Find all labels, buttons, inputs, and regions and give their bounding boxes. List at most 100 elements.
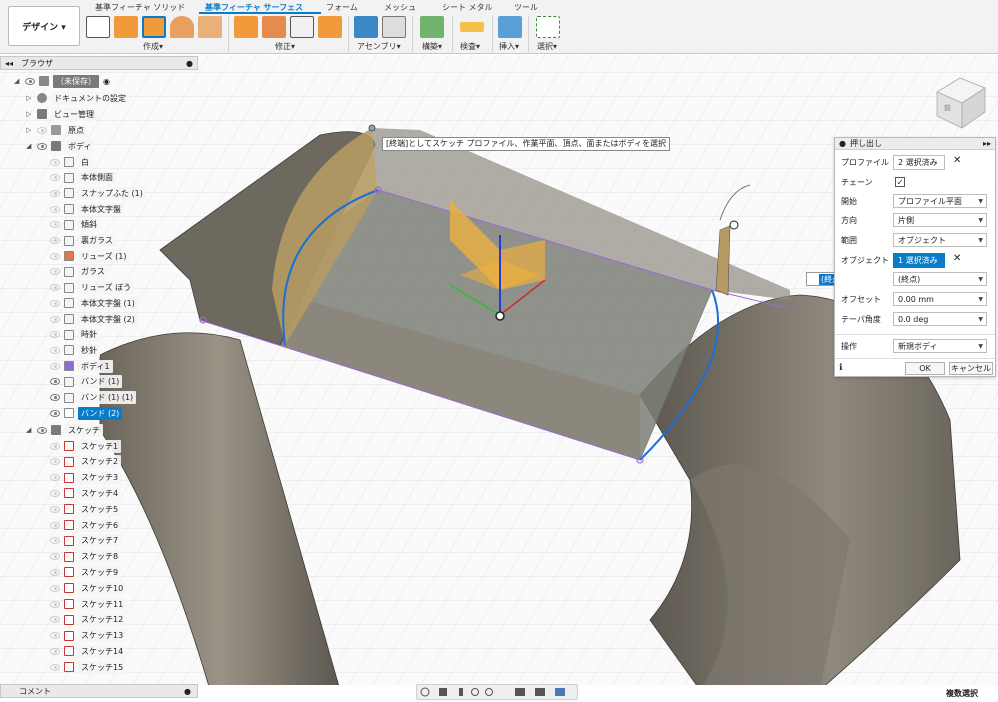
tree-sketch-item[interactable]: スケッチ13 <box>50 629 127 643</box>
ok-button[interactable]: OK <box>905 362 945 375</box>
endpoint-dropdown[interactable]: (終点) ▼ <box>893 272 987 286</box>
tree-body-item[interactable]: ガラス <box>50 265 108 279</box>
profile-select[interactable]: 2 選択済み <box>893 155 945 170</box>
construct-plane-icon[interactable] <box>420 16 444 38</box>
visibility-eye-icon[interactable] <box>50 158 60 166</box>
visibility-eye-icon[interactable] <box>50 205 60 213</box>
tree-sketch-item[interactable]: スケッチ15 <box>50 660 127 674</box>
comments-panel[interactable]: コメント ● <box>0 684 198 698</box>
insert-image-icon[interactable] <box>498 16 522 38</box>
tree-origin[interactable]: ▷ 原点 <box>26 123 87 137</box>
navigation-bar[interactable] <box>416 684 578 700</box>
visibility-eye-icon[interactable] <box>50 647 60 655</box>
revolve-icon[interactable] <box>170 16 194 38</box>
visibility-eye-icon[interactable] <box>50 568 60 576</box>
joint-icon[interactable] <box>382 16 406 38</box>
group-create[interactable]: 作成▾ <box>143 41 163 52</box>
trim-icon[interactable] <box>318 16 342 38</box>
visibility-eye-icon[interactable] <box>50 315 60 323</box>
visibility-eye-icon[interactable] <box>50 268 60 276</box>
tree-sketch-item[interactable]: スケッチ10 <box>50 581 127 595</box>
workspace-switcher[interactable]: デザイン ▾ <box>8 6 80 46</box>
tab-sheet-metal[interactable]: シート メタル <box>442 2 493 13</box>
tree-sketch-item[interactable]: スケッチ7 <box>50 534 122 548</box>
tree-sketch-item[interactable]: スケッチ1 <box>50 439 122 453</box>
cancel-button[interactable]: キャンセル <box>949 362 993 375</box>
tree-sketch-item[interactable]: スケッチ3 <box>50 471 122 485</box>
extent-dropdown[interactable]: オブジェクト ▼ <box>893 233 987 247</box>
group-inspect[interactable]: 検査▾ <box>460 41 480 52</box>
tree-bodies-folder[interactable]: ◢ ボディ <box>26 139 95 153</box>
start-dropdown[interactable]: プロファイル平面 ▼ <box>893 194 987 208</box>
tree-body-item[interactable]: 裏ガラス <box>50 234 116 248</box>
group-modify[interactable]: 修正▾ <box>275 41 295 52</box>
visibility-eye-icon[interactable] <box>50 489 60 497</box>
split-icon[interactable] <box>290 16 314 38</box>
group-insert[interactable]: 挿入▾ <box>499 41 519 52</box>
visibility-eye-icon[interactable] <box>50 331 60 339</box>
visibility-eye-icon[interactable] <box>50 284 60 292</box>
info-icon[interactable]: ℹ <box>839 363 842 373</box>
visibility-eye-icon[interactable] <box>50 458 60 466</box>
tree-sketch-item[interactable]: スケッチ14 <box>50 644 127 658</box>
visibility-eye-icon[interactable] <box>50 299 60 307</box>
offset-input[interactable]: 0.00 mm ▼ <box>893 292 987 306</box>
visibility-eye-icon[interactable] <box>50 521 60 529</box>
tree-body-item[interactable]: バンド (2) <box>50 406 123 420</box>
tree-body-item[interactable]: 本体側面 <box>50 171 116 185</box>
tree-body-item[interactable]: リューズ ぼう <box>50 281 135 295</box>
tree-body-item[interactable]: スナップふた (1) <box>50 186 146 200</box>
visibility-eye-icon[interactable] <box>50 616 60 624</box>
group-select[interactable]: 選択▾ <box>537 41 557 52</box>
browser-pin-icon[interactable]: ● <box>186 59 193 68</box>
visibility-eye-icon[interactable] <box>50 237 60 244</box>
visibility-eye-icon[interactable] <box>50 221 60 229</box>
visibility-eye-icon[interactable] <box>50 600 60 608</box>
visibility-eye-icon[interactable] <box>50 663 60 671</box>
tree-body-item[interactable]: 本体文字盤 <box>50 202 124 216</box>
direction-dropdown[interactable]: 片側 ▼ <box>893 213 987 227</box>
collapse-icon[interactable]: ◂◂ <box>5 59 13 68</box>
visibility-eye-icon[interactable] <box>50 442 60 450</box>
tree-body-item[interactable]: 本体文字盤 (1) <box>50 296 138 310</box>
tree-sketch-item[interactable]: スケッチ8 <box>50 550 122 564</box>
patch-icon[interactable] <box>142 16 166 38</box>
dialog-expand-icon[interactable]: ▸▸ <box>983 139 991 148</box>
visibility-eye-icon[interactable] <box>50 553 60 561</box>
tree-sketch-item[interactable]: スケッチ5 <box>50 502 122 516</box>
group-construct[interactable]: 構築▾ <box>422 41 442 52</box>
object-clear-icon[interactable]: ✕ <box>953 253 961 264</box>
profile-clear-icon[interactable]: ✕ <box>953 155 961 166</box>
tree-sketch-item[interactable]: スケッチ12 <box>50 613 127 627</box>
object-select[interactable]: 1 選択済み <box>893 253 945 268</box>
visibility-eye-icon[interactable] <box>50 252 60 260</box>
tree-sketch-item[interactable]: スケッチ4 <box>50 486 122 500</box>
visibility-eye-icon[interactable] <box>50 474 60 482</box>
tree-body-item[interactable]: ボディ1 <box>50 359 113 373</box>
select-icon[interactable] <box>536 16 560 38</box>
tab-tools[interactable]: ツール <box>514 2 538 13</box>
taper-input[interactable]: 0.0 deg ▼ <box>893 312 987 326</box>
tree-body-item[interactable]: 白 <box>50 155 92 169</box>
visibility-eye-icon[interactable] <box>50 632 60 640</box>
sweep-icon[interactable] <box>198 16 222 38</box>
comment-pin-icon[interactable]: ● <box>184 687 191 696</box>
visibility-eye-icon[interactable] <box>50 362 60 370</box>
new-component-icon[interactable] <box>354 16 378 38</box>
tree-sketch-item[interactable]: スケッチ6 <box>50 518 122 532</box>
create-sketch-icon[interactable] <box>86 16 110 38</box>
tree-sketch-item[interactable]: スケッチ2 <box>50 455 122 469</box>
visibility-eye-icon[interactable] <box>50 409 60 417</box>
visibility-eye-icon[interactable] <box>50 505 60 513</box>
tab-mesh[interactable]: メッシュ <box>384 2 416 13</box>
press-pull-icon[interactable] <box>234 16 258 38</box>
tab-form[interactable]: フォーム <box>326 2 358 13</box>
tree-body-item[interactable]: バンド (1) (1) <box>50 391 137 405</box>
visibility-eye-icon[interactable] <box>50 394 60 401</box>
tree-body-item[interactable]: 傾斜 <box>50 218 100 232</box>
extrude-icon[interactable] <box>114 16 138 38</box>
visibility-eye-icon[interactable] <box>50 346 60 354</box>
tree-body-item[interactable]: リューズ (1) <box>50 249 130 263</box>
group-assemble[interactable]: アセンブリ▾ <box>357 41 401 52</box>
visibility-eye-icon[interactable] <box>50 189 60 197</box>
